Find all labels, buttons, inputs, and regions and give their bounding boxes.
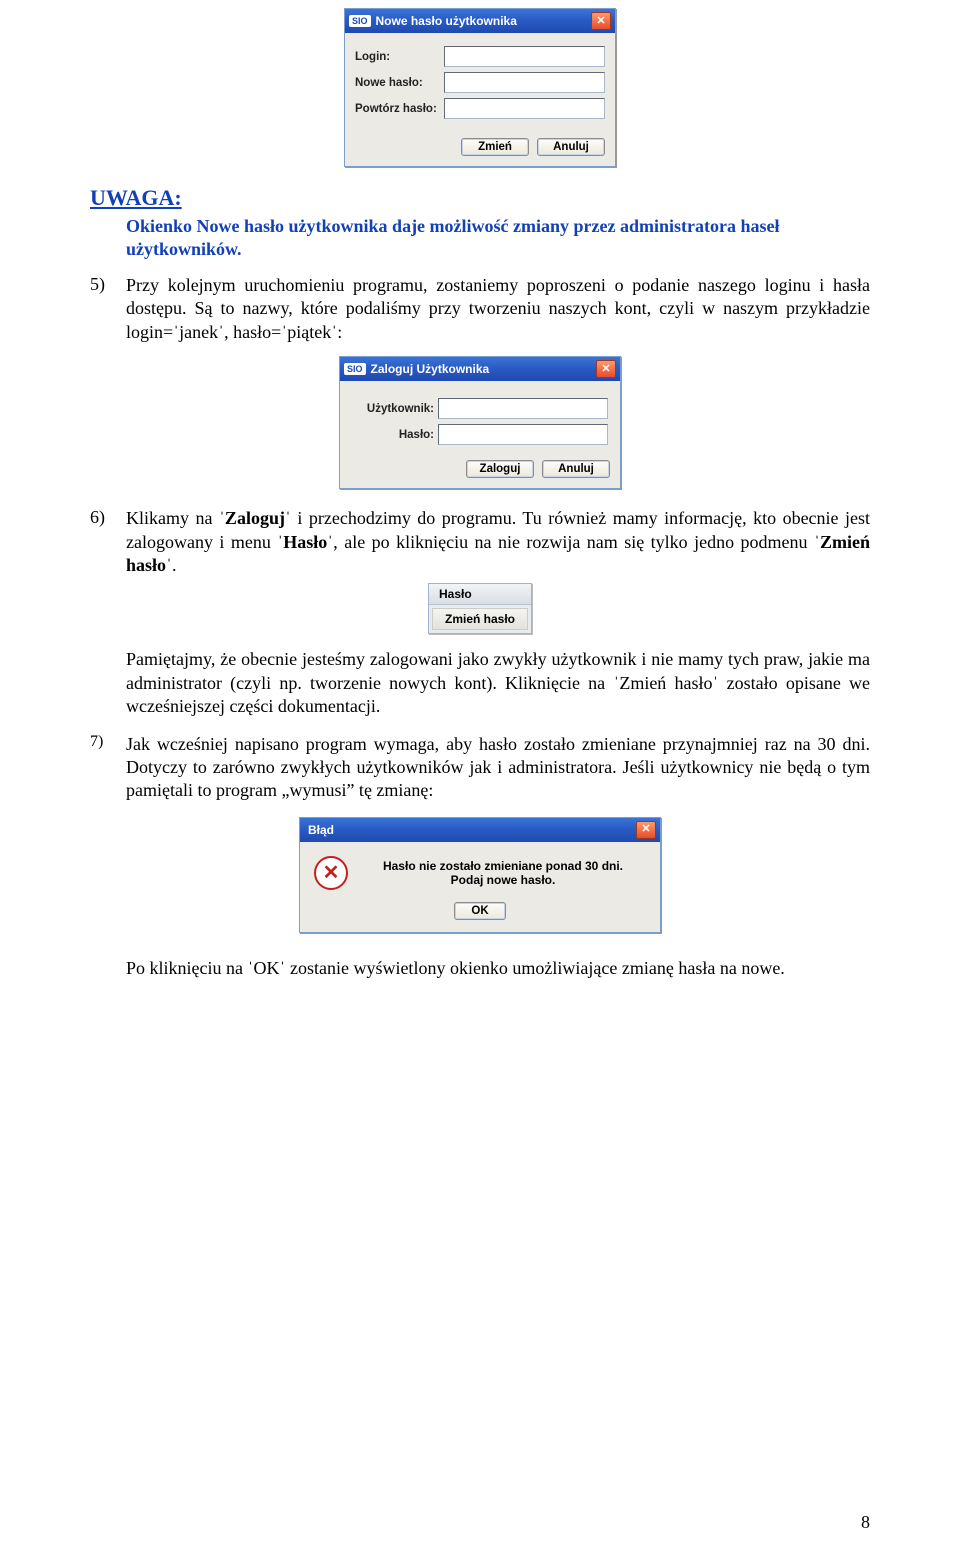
- para6b: Pamiętajmy, że obecnie jesteśmy zalogowa…: [126, 648, 870, 718]
- repeat-input[interactable]: [444, 98, 605, 119]
- ok-button[interactable]: OK: [454, 902, 506, 920]
- newpass-label: Nowe hasło:: [355, 77, 444, 89]
- close-icon[interactable]: ✕: [596, 360, 616, 378]
- cancel-button[interactable]: Anuluj: [537, 138, 605, 156]
- menu-item-change-password[interactable]: Zmień hasło: [432, 608, 528, 630]
- dialog-titlebar: Błąd ✕: [300, 818, 660, 842]
- sio-badge: SIO: [349, 15, 371, 27]
- login-input[interactable]: [444, 46, 605, 67]
- user-input[interactable]: [438, 398, 608, 419]
- error-dialog: Błąd ✕ ✕ Hasło nie zostało zmieniane pon…: [299, 817, 661, 933]
- close-icon[interactable]: ✕: [591, 12, 611, 30]
- error-message: Hasło nie zostało zmieniane ponad 30 dni…: [360, 859, 646, 887]
- login-label: Login:: [355, 51, 444, 63]
- user-label: Użytkownik:: [352, 403, 438, 415]
- item7-number: 7): [90, 733, 126, 803]
- pass-label: Hasło:: [352, 429, 438, 441]
- dialog-title: Błąd: [308, 823, 636, 837]
- login-button[interactable]: Zaloguj: [466, 460, 534, 478]
- attention-heading: UWAGA:: [90, 185, 870, 211]
- error-icon: ✕: [314, 856, 348, 890]
- dialog-titlebar: SIO Nowe hasło użytkownika ✕: [345, 9, 615, 33]
- newpass-input[interactable]: [444, 72, 605, 93]
- dialog-titlebar: SIO Zaloguj Użytkownika ✕: [340, 357, 620, 381]
- sio-badge: SIO: [344, 363, 366, 375]
- dialog-title: Nowe hasło użytkownika: [376, 14, 591, 28]
- password-menu: Hasło Zmień hasło: [428, 583, 532, 634]
- item6-text: Klikamy na ˈZalogujˈ i przechodzimy do p…: [126, 507, 870, 577]
- repeat-label: Powtórz hasło:: [355, 103, 444, 115]
- item6-number: 6): [90, 507, 126, 577]
- attention-text: Okienko Nowe hasło użytkownika daje możl…: [126, 215, 870, 260]
- item5-text: Przy kolejnym uruchomieniu programu, zos…: [126, 274, 870, 344]
- final-paragraph: Po kliknięciu na ˈOKˈ zostanie wyświetlo…: [126, 957, 870, 980]
- cancel-button[interactable]: Anuluj: [542, 460, 610, 478]
- change-button[interactable]: Zmień: [461, 138, 529, 156]
- menu-head[interactable]: Hasło: [429, 584, 531, 605]
- item5-number: 5): [90, 274, 126, 344]
- item7-text: Jak wcześniej napisano program wymaga, a…: [126, 733, 870, 803]
- pass-input[interactable]: [438, 424, 608, 445]
- close-icon[interactable]: ✕: [636, 821, 656, 839]
- dialog-title: Zaloguj Użytkownika: [371, 362, 596, 376]
- page-number: 8: [861, 1512, 870, 1533]
- new-password-dialog: SIO Nowe hasło użytkownika ✕ Login: Nowe…: [344, 8, 616, 167]
- login-dialog: SIO Zaloguj Użytkownika ✕ Użytkownik: Ha…: [339, 356, 621, 489]
